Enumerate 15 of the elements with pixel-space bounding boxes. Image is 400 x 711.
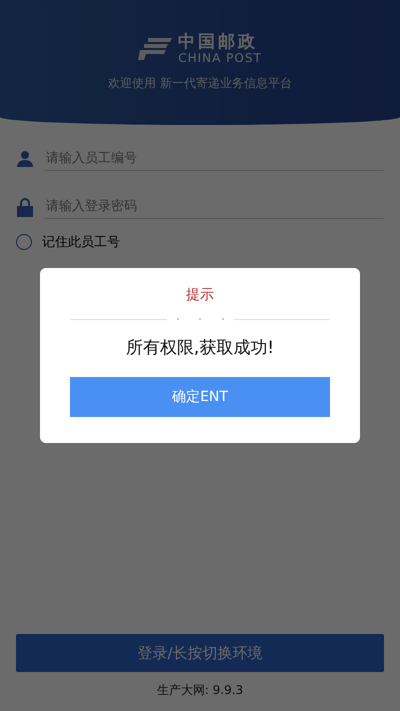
input-field[interactable]: 请输入员工编号: [44, 147, 384, 171]
welcome-text: 欢迎使用 新一代寄递业务信息平台: [108, 75, 292, 92]
post-logo-icon: [138, 36, 172, 62]
input-field[interactable]: 请输入登录密码: [44, 195, 384, 219]
dialog-message: 所有权限,获取成功!: [126, 337, 274, 359]
logo-title: 中国邮政: [178, 32, 260, 52]
confirm-button[interactable]: 确定ENT: [70, 377, 330, 417]
lock-icon: [16, 197, 34, 217]
login-button[interactable]: 登录/长按切换环境: [16, 634, 384, 672]
user-icon: [16, 151, 34, 167]
remember-label: 记住此员工号: [42, 234, 120, 251]
logo-subtitle: CHINA POST: [178, 51, 262, 66]
version-text: 生产大网: 9.9.3: [156, 682, 244, 699]
remember-radio[interactable]: [16, 234, 32, 250]
dialog-title: 提示: [186, 286, 214, 304]
